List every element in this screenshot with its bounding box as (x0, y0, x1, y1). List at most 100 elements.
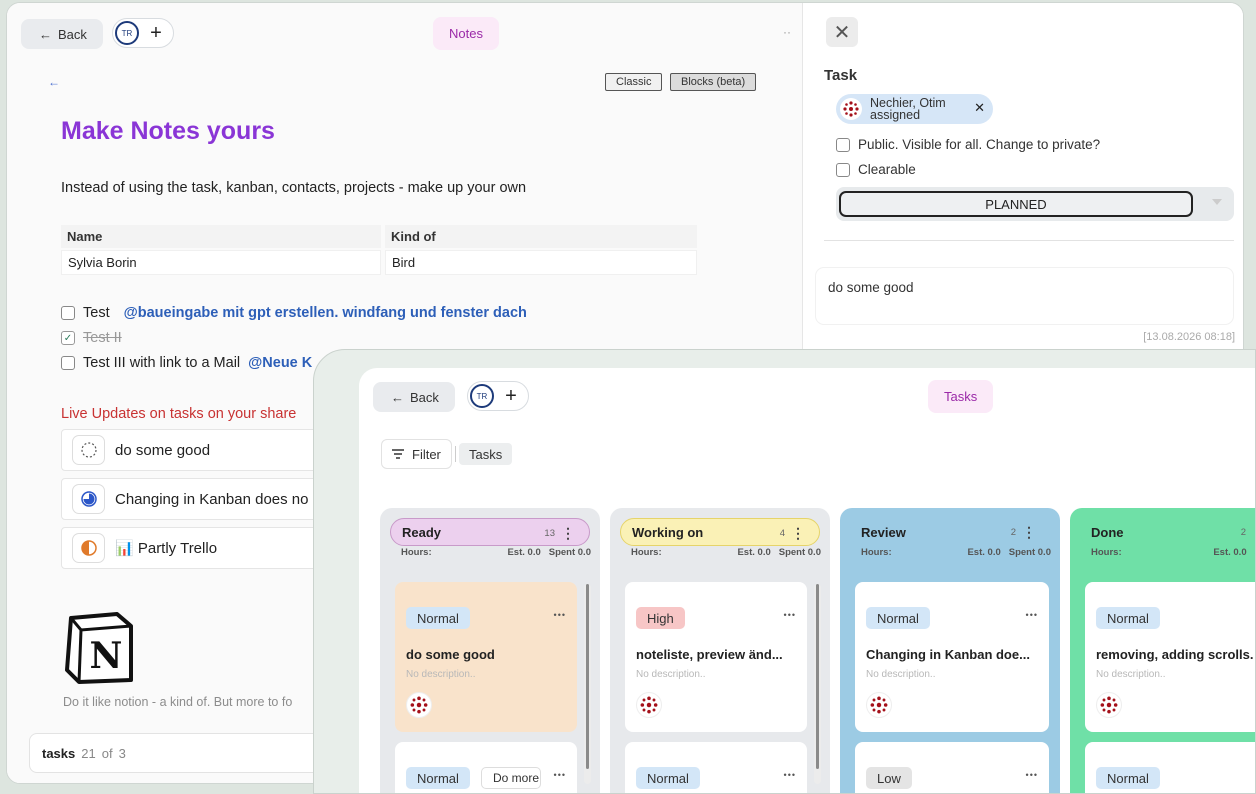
hours-label: Hours: (861, 547, 892, 558)
kanban-column: Review 2 ⋮ Hours: Est. 0.0 Spent 0.0 Normal •••… (840, 508, 1060, 793)
scrollbar-thumb[interactable] (586, 584, 589, 769)
clearable-option: Clearable (836, 162, 916, 177)
priority-badge[interactable]: High (636, 607, 685, 629)
add-collaborator-icon[interactable]: + (145, 23, 167, 43)
card-description: No description.. (406, 669, 476, 680)
live-task-item[interactable]: Changing in Kanban does no (61, 478, 321, 520)
task-card[interactable]: High ••• noteliste, preview änd... No descr… (625, 582, 807, 732)
tasks-tag[interactable]: Tasks (459, 443, 513, 465)
kebab-menu-icon[interactable]: ⋮ (791, 525, 805, 542)
panel-title: Task (824, 67, 858, 84)
todo-checkbox[interactable] (61, 306, 75, 320)
live-task-item[interactable]: do some good (61, 429, 321, 471)
kebab-menu-icon[interactable]: ⋮ (1022, 524, 1036, 541)
column-header[interactable]: Working on 4 ⋮ (620, 518, 820, 546)
more-icon[interactable]: ·· (783, 25, 791, 39)
avatar[interactable]: TR (470, 384, 494, 408)
mode-classic-button[interactable]: Classic (605, 73, 663, 91)
status-select[interactable]: PLANNED (836, 187, 1234, 221)
est-hours: Est. 0.0 (507, 547, 541, 558)
task-card[interactable]: Normal•••removing, adding scrolls.No des… (1085, 582, 1255, 732)
scrollbar-thumb[interactable] (816, 584, 819, 769)
collapse-arrow-icon[interactable]: ← (48, 75, 60, 89)
kebab-menu-icon[interactable]: ⋮ (1252, 524, 1255, 541)
task-card[interactable]: Normal••• (1085, 742, 1255, 793)
column-header[interactable]: Done 2 ⋮ (1080, 518, 1255, 546)
column-header[interactable]: Review 2 ⋮ (850, 518, 1050, 546)
more-icon[interactable]: ••• (784, 610, 796, 620)
column-title: Ready (402, 524, 442, 540)
notes-table: Name Kind of Sylvia Borin Bird (57, 223, 701, 277)
priority-badge[interactable]: Low (866, 767, 912, 789)
comment-field[interactable]: do some good (816, 268, 1233, 324)
mention-link[interactable]: @baueingabe mit gpt erstellen. windfang … (124, 305, 527, 321)
priority-badge[interactable]: Normal (1096, 767, 1160, 789)
todo-checkbox[interactable] (61, 356, 75, 370)
task-card[interactable]: Normal ••• (625, 742, 807, 793)
avatar[interactable] (866, 692, 892, 718)
clearable-checkbox[interactable] (836, 162, 850, 177)
caption-text: Do it like notion - a kind of. But more … (63, 695, 293, 709)
close-icon[interactable]: ✕ (826, 17, 858, 47)
remove-assignee-icon[interactable]: ✕ (974, 101, 985, 115)
mode-blocks-button[interactable]: Blocks (beta) (670, 73, 757, 91)
task-card[interactable]: Normal Do more w ••• (395, 742, 577, 793)
avatar[interactable]: TR (115, 21, 139, 45)
more-icon[interactable]: ••• (784, 770, 796, 780)
collaborators-group: TR + (467, 381, 529, 411)
mention-link[interactable]: @Neue K (248, 355, 312, 371)
scrollbar[interactable] (814, 584, 821, 784)
task-card[interactable]: Low ••• (855, 742, 1049, 793)
column-count: 2 (1010, 527, 1016, 538)
hours-label: Hours: (631, 547, 662, 558)
spent-hours: Spent 0.0 (1008, 547, 1051, 558)
column-title: Done (1091, 524, 1124, 540)
more-icon[interactable]: ••• (1026, 770, 1038, 780)
live-task-item[interactable]: 📊 Partly Trello (61, 527, 321, 569)
priority-badge[interactable]: Normal (406, 607, 470, 629)
public-checkbox[interactable] (836, 137, 850, 152)
notion-logo: N (65, 610, 135, 684)
column-count: 4 (779, 528, 785, 539)
est-hours: Est. 0.0 (967, 547, 1001, 558)
card-description: No description.. (866, 669, 936, 680)
add-collaborator-icon[interactable]: + (500, 386, 522, 406)
hours-values: Est. 0.0 Spent 0.0 (507, 547, 591, 558)
priority-badge[interactable]: Normal (406, 767, 470, 789)
task-card[interactable]: Normal ••• do some good No description.. (395, 582, 577, 732)
avatar[interactable] (1096, 692, 1122, 718)
avatar[interactable] (636, 692, 662, 718)
hours-label: Hours: (1091, 547, 1122, 558)
more-icon[interactable]: ••• (554, 770, 566, 780)
half-status-icon (72, 533, 105, 563)
table-cell[interactable]: Bird (385, 250, 697, 275)
scrollbar[interactable] (584, 584, 591, 784)
hours-values: Est. 0.0 Spent 0.0 (737, 547, 821, 558)
back-button[interactable]: ← Back (21, 19, 103, 49)
hours-values: Est. 0.0Spent (1213, 547, 1255, 558)
priority-badge[interactable]: Normal (636, 767, 700, 789)
kebab-menu-icon[interactable]: ⋮ (561, 525, 575, 542)
todo-checkbox-checked[interactable]: ✓ (61, 331, 75, 345)
todo-item: Test @baueingabe mit gpt erstellen. wind… (61, 305, 527, 321)
priority-badge[interactable]: Normal (866, 607, 930, 629)
collaborators-group: TR + (112, 18, 174, 48)
priority-badge[interactable]: Normal (1096, 607, 1160, 629)
tag-badge[interactable]: Do more w (481, 767, 541, 789)
card-title: Changing in Kanban doe... (866, 647, 1030, 662)
est-hours: Est. 0.0 (737, 547, 771, 558)
table-header: Kind of (385, 225, 697, 248)
more-icon[interactable]: ••• (1026, 610, 1038, 620)
filter-button[interactable]: Filter (381, 439, 452, 469)
column-title: Working on (632, 524, 704, 540)
table-cell[interactable]: Sylvia Borin (61, 250, 381, 275)
task-card[interactable]: Normal ••• Changing in Kanban doe... No des… (855, 582, 1049, 732)
more-icon[interactable]: ••• (554, 610, 566, 620)
todo-item: ✓ Test II (61, 330, 122, 346)
card-title: noteliste, preview änd... (636, 647, 783, 662)
back-button[interactable]: ← Back (373, 382, 455, 412)
column-header[interactable]: Ready 13 ⋮ (390, 518, 590, 546)
avatar[interactable] (406, 692, 432, 718)
assignee-chip[interactable]: Nechier, Otim assigned ✕ (836, 94, 993, 124)
est-hours: Est. 0.0 (1213, 547, 1247, 558)
